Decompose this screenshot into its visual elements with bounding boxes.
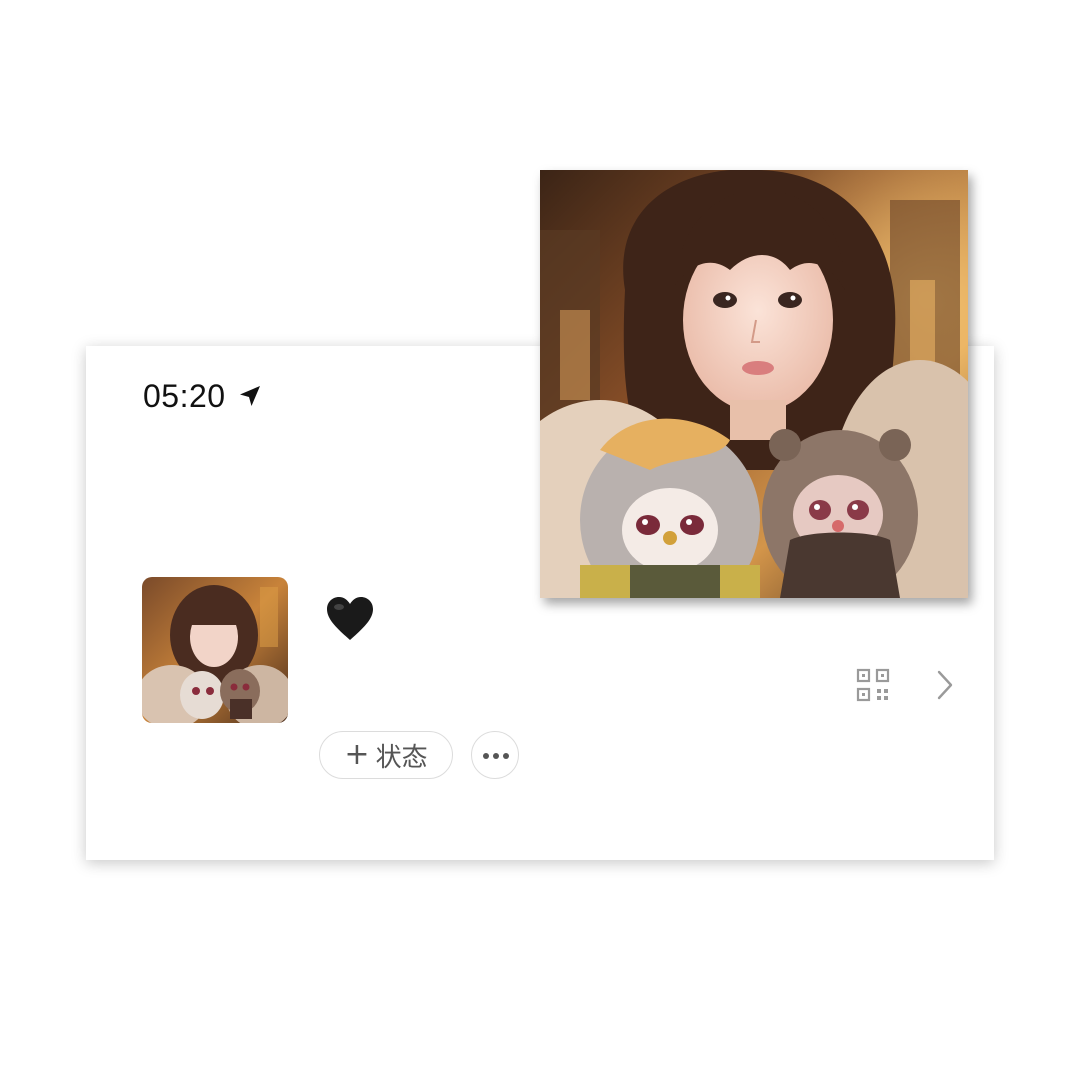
nickname-heart-emoji: 🖤 xyxy=(326,596,374,642)
plus-icon: + xyxy=(344,737,370,772)
more-dots-icon xyxy=(483,753,509,759)
chevron-right-icon[interactable] xyxy=(932,668,958,702)
status-bar-time: 05:20 xyxy=(143,378,226,414)
qr-code-icon[interactable] xyxy=(856,668,890,702)
screenshot-stage: 05:20 + 状态 xyxy=(0,0,1080,1080)
profile-avatar[interactable] xyxy=(142,577,288,723)
add-status-button[interactable]: + 状态 xyxy=(319,731,453,779)
location-arrow-icon xyxy=(240,386,260,406)
avatar-photo xyxy=(142,577,288,723)
more-options-button[interactable] xyxy=(471,731,519,779)
large-portrait-photo xyxy=(540,170,968,598)
status-button-label: 状态 xyxy=(375,742,428,773)
portrait-illustration xyxy=(540,170,968,598)
